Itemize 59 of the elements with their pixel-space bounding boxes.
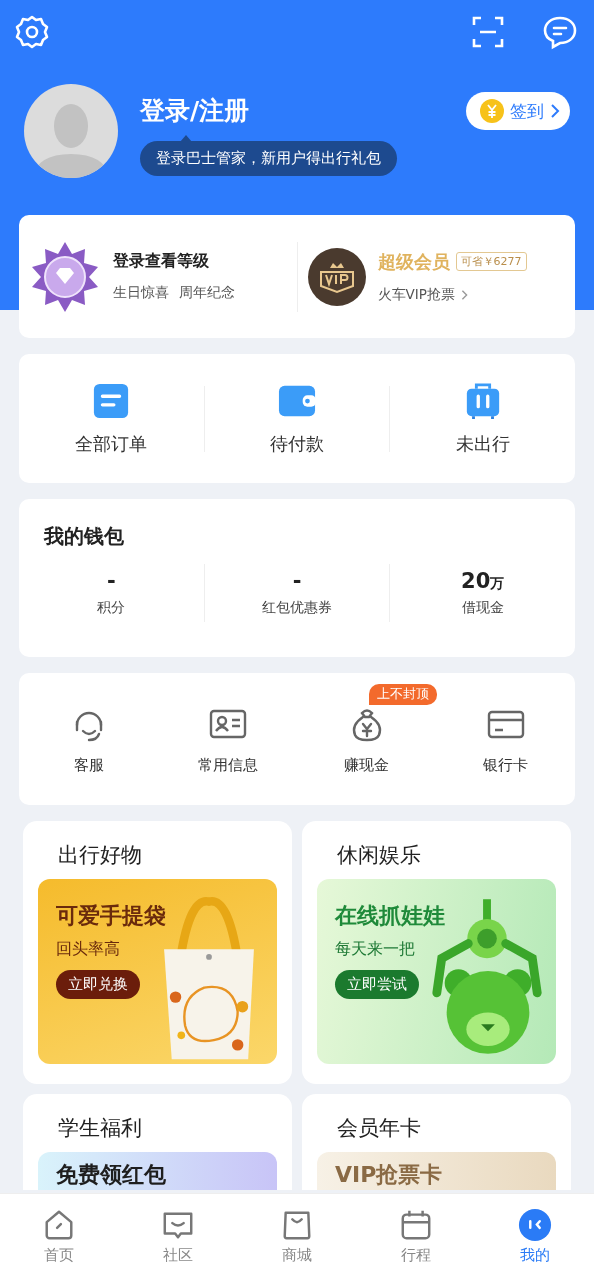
message-icon[interactable] [542,14,578,50]
service-label[interactable]: 银行卡 [483,755,528,775]
order-label[interactable]: 待付款 [270,431,324,456]
promo-title: 学生福利 [58,1115,143,1142]
face-icon [517,1208,552,1242]
vip-link[interactable]: 火车VIP抢票 [377,285,527,304]
wallet-value: - [106,569,116,593]
wallet-label[interactable]: 积分 [97,599,126,617]
tab-item[interactable]: 首页 [0,1194,119,1280]
promo-banner[interactable]: 免费领红包 [38,1152,277,1190]
wallet-label[interactable]: 借现金 [461,599,504,617]
order-list-icon [92,381,131,420]
banner-headline: 在线抓娃娃 [335,902,445,930]
wallet-value: - [292,569,302,593]
promo-badge: 上不封顶 [368,683,437,705]
promo-banner[interactable]: 可爱手提袋 回头率高 立即兑换 [38,879,277,1064]
promo-card[interactable]: 会员年卡 VIP抢票卡 [302,1094,571,1190]
chevron-icon [460,288,468,301]
order-label[interactable]: 未出行 [455,431,510,456]
action-button[interactable]: 立即兑换 [56,970,140,999]
order-label[interactable]: 全部订单 [75,431,148,456]
promo-card[interactable]: 学生福利 免费领红包 [23,1094,292,1190]
wallet-label[interactable]: 红包优惠券 [262,599,332,617]
tab-item[interactable]: 商城 [237,1194,357,1280]
vip-title: 超级会员 [377,249,450,274]
banner-headline: 免费领红包 [56,1161,166,1189]
tab-item[interactable]: 我的 [475,1194,594,1280]
service-label[interactable]: 客服 [73,755,104,775]
perk-label: 生日惊喜 [113,284,169,302]
wallet-value: 20万 [461,569,505,593]
coin-icon [480,99,504,123]
banner-headline: 可爱手提袋 [56,902,166,930]
action-button[interactable]: 立即尝试 [335,970,419,999]
promo-banner[interactable]: 在线抓娃娃 每天来一把 立即尝试 [317,879,556,1064]
level-title[interactable]: 登录查看等级 [113,251,235,272]
promo-banner[interactable]: VIP抢票卡 [317,1152,556,1190]
perk-label: 周年纪念 [179,284,235,302]
promo-title: 会员年卡 [337,1115,422,1142]
service-label[interactable]: 赚现金 [344,755,389,775]
tooltip: 登录巴士管家，新用户得出行礼包 [140,135,397,176]
banner-subline: 每天来一把 [335,939,415,960]
diamond-medal-icon [29,240,101,313]
chevron-icon [550,103,560,119]
promo-title: 休闲娱乐 [337,842,422,869]
promo-card[interactable]: 出行好物 可爱手提袋 回头率高 立即兑换 [23,821,292,1084]
login-link[interactable]: 登录/注册 [140,94,250,127]
banner-subline: 回头率高 [56,939,120,960]
banner-headline: VIP抢票卡 [335,1161,443,1189]
check-in-button[interactable]: 签到 [466,92,570,130]
settings-icon[interactable] [14,14,50,50]
promo-title: 出行好物 [58,842,143,869]
tab-item[interactable]: 社区 [118,1194,238,1280]
vip-badge-icon [307,247,366,306]
savings-tag: 可省￥6277 [455,252,527,271]
tab-item[interactable]: 行程 [356,1194,476,1280]
scan-icon[interactable] [470,14,506,50]
service-label[interactable]: 常用信息 [197,755,258,775]
wallet-title: 我的钱包 [44,523,125,550]
promo-card[interactable]: 休闲娱乐 在线抓娃娃 每天来一把 立即尝试 [302,821,571,1084]
